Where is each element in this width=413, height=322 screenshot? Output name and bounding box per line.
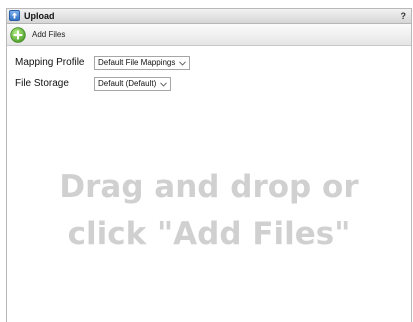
file-storage-value: Default (Default) xyxy=(98,79,157,88)
chevron-down-icon xyxy=(179,60,187,66)
add-icon xyxy=(10,26,26,43)
toolbar: Add Files xyxy=(7,24,411,46)
mapping-profile-value: Default File Mappings xyxy=(98,58,176,67)
add-files-label: Add Files xyxy=(32,30,66,39)
title-bar: Upload ? xyxy=(7,9,411,24)
file-storage-select[interactable]: Default (Default) xyxy=(94,77,172,91)
mapping-profile-select[interactable]: Default File Mappings xyxy=(94,56,191,70)
help-button[interactable]: ? xyxy=(401,10,407,22)
mapping-profile-row: Mapping Profile Default File Mappings xyxy=(15,56,315,70)
add-files-button[interactable]: Add Files xyxy=(10,26,65,43)
drop-hint-line-2: click "Add Files" xyxy=(67,216,351,252)
file-storage-row: File Storage Default (Default) xyxy=(15,77,315,91)
chevron-down-icon xyxy=(160,81,168,87)
upload-icon xyxy=(9,10,20,21)
drop-zone[interactable]: Drag and drop or click "Add Files" xyxy=(7,164,411,258)
window-title: Upload xyxy=(24,11,55,21)
file-storage-label: File Storage xyxy=(15,78,69,89)
upload-panel: Upload ? Add Files Mapping Profile Defau… xyxy=(6,8,412,322)
mapping-profile-label: Mapping Profile xyxy=(15,57,85,68)
drop-hint-line-1: Drag and drop or xyxy=(59,169,359,205)
